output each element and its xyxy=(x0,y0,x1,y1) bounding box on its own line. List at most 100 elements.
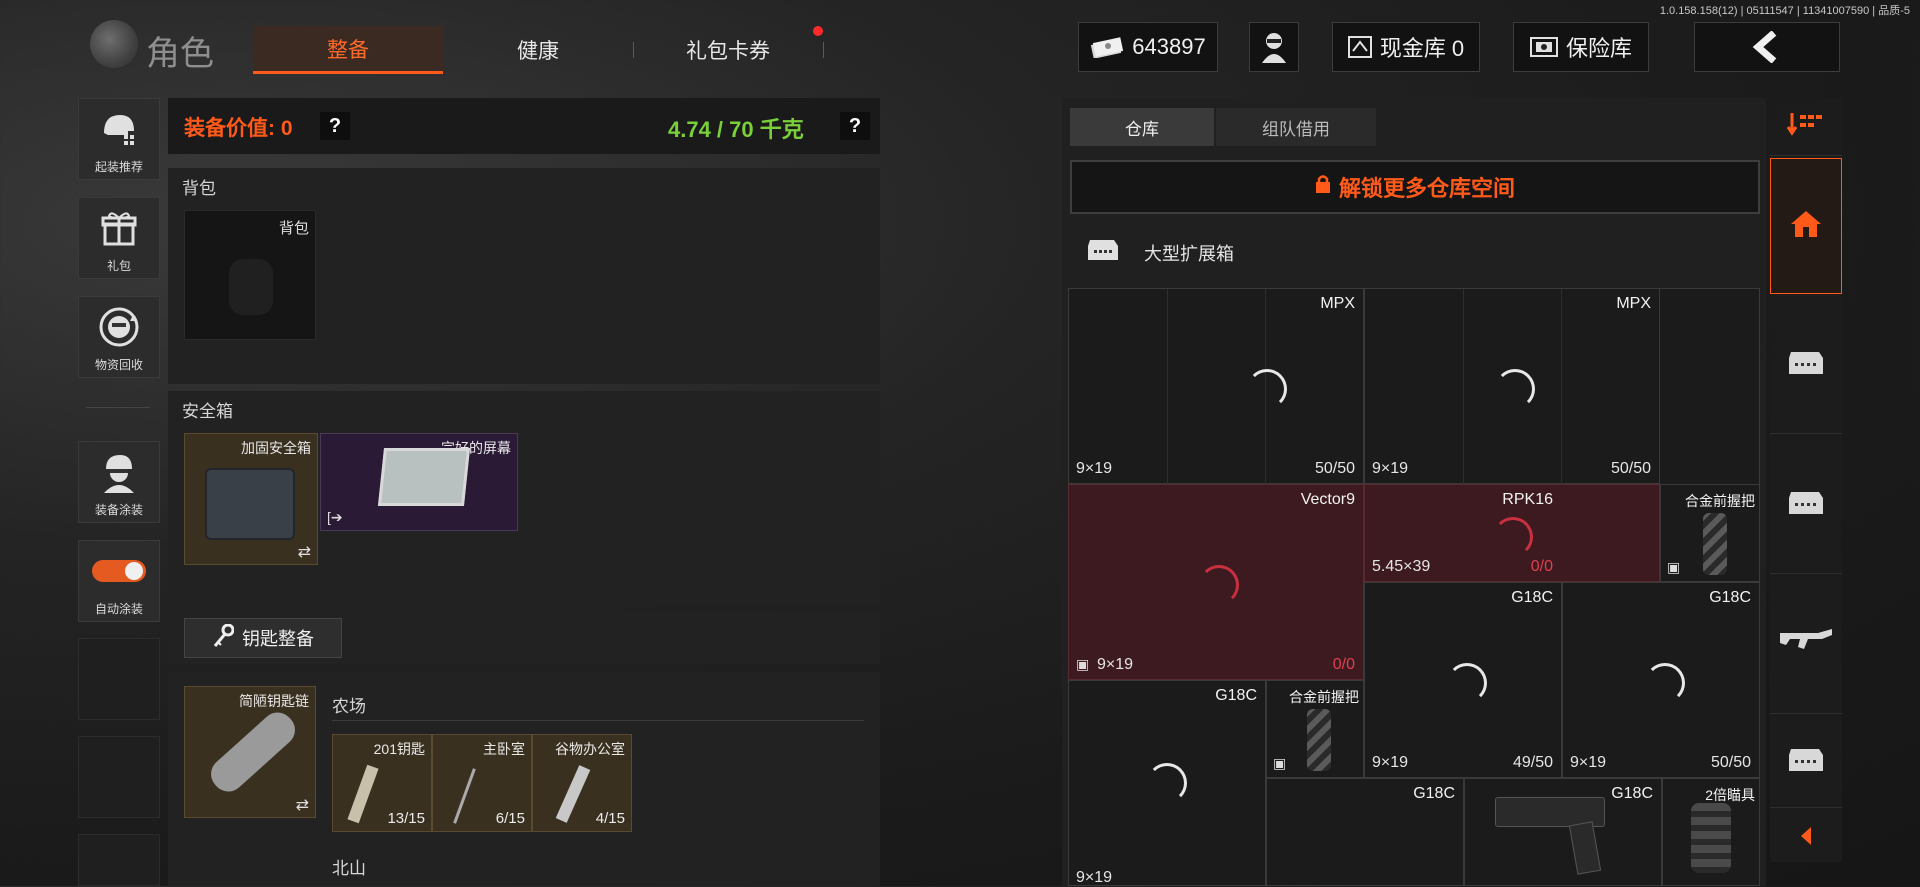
lock-icon xyxy=(1315,174,1331,200)
item-ammo: 0/0 xyxy=(1530,558,1553,575)
box-small-icon: ▣ xyxy=(1076,656,1090,672)
sidebar-item-gift[interactable]: 礼包 xyxy=(78,197,160,279)
storage-box-button[interactable] xyxy=(1770,436,1842,574)
sidebar-item-equipment-skin[interactable]: 装备涂装 xyxy=(78,441,160,523)
item-caliber: 9×19 xyxy=(1372,460,1409,477)
key-item-icon xyxy=(453,768,476,824)
item-name: MPX xyxy=(1616,295,1651,312)
item-ammo: 49/50 xyxy=(1512,754,1553,771)
equipment-value: 装备价值: 0 xyxy=(184,117,293,140)
item-name: 合金前握把 xyxy=(1289,689,1359,705)
safebox-slot[interactable]: 加固安全箱 ⇄ xyxy=(184,433,318,565)
item-name: G18C xyxy=(1413,785,1455,802)
toggle-icon[interactable] xyxy=(90,541,148,600)
key-item-name: 201钥匙 xyxy=(373,741,425,757)
tab-warehouse-label: 仓库 xyxy=(1125,119,1159,139)
version-text: 1.0.158.158(12) | 05111547 | 11341007590… xyxy=(1659,5,1910,17)
key-item-name: 谷物办公室 xyxy=(555,741,625,757)
loading-spinner-icon xyxy=(1645,663,1685,703)
tab-health[interactable]: 健康 xyxy=(443,26,633,74)
cash-vault-button[interactable]: 现金库 0 xyxy=(1332,22,1480,72)
loading-spinner-icon xyxy=(1199,565,1239,605)
agent-button[interactable] xyxy=(1249,22,1299,72)
grip-icon xyxy=(1307,709,1331,771)
key-item[interactable]: 谷物办公室 4/15 xyxy=(532,734,632,832)
key-item-count: 4/15 xyxy=(595,810,625,827)
grid-item-g18c[interactable]: G18C xyxy=(1266,778,1464,886)
item-name: G18C xyxy=(1709,589,1751,606)
sidebar-item-auto-skin[interactable]: 自动涂装 xyxy=(78,540,160,622)
item-name: Vector9 xyxy=(1300,491,1355,508)
tab-equip[interactable]: 整备 xyxy=(253,26,443,74)
key-item[interactable]: 201钥匙 13/15 xyxy=(332,734,432,832)
sort-button[interactable] xyxy=(1770,98,1842,156)
storage-box-button[interactable] xyxy=(1770,296,1842,434)
tab-gift-cards[interactable]: 礼包卡券 xyxy=(633,26,823,74)
cash-stack-icon xyxy=(1090,36,1124,58)
back-button[interactable] xyxy=(1694,22,1840,72)
sidebar-item-recycle[interactable]: 物资回收 xyxy=(78,296,160,378)
grid-item-alloy-grip[interactable]: 合金前握把 ▣ xyxy=(1266,680,1364,778)
safe-vault-button[interactable]: 保险库 xyxy=(1513,22,1649,72)
storage-box-button[interactable] xyxy=(1770,716,1842,808)
sidebar-label: 装备涂装 xyxy=(94,503,143,517)
unlock-storage-label: 解锁更多仓库空间 xyxy=(1338,176,1515,201)
swap-icon[interactable]: ⇄ xyxy=(296,795,309,815)
loading-spinner-icon xyxy=(1147,763,1187,803)
grid-item-g18c[interactable]: G18C 9×19 49/50 xyxy=(1364,582,1562,778)
item-caliber: 9×19 xyxy=(1076,869,1113,886)
rifle-icon xyxy=(1778,627,1834,662)
key-item-count: 6/15 xyxy=(495,810,525,827)
money-display[interactable]: 643897 xyxy=(1078,22,1218,72)
tab-team-borrow[interactable]: 组队借用 xyxy=(1216,108,1376,146)
grid-line xyxy=(1167,289,1168,485)
item-caliber: 9×19 xyxy=(1570,754,1607,771)
grid-item-mpx[interactable]: MPX 9×19 50/50 xyxy=(1364,288,1660,485)
sidebar-label: 起装推荐 xyxy=(94,160,143,174)
notification-dot xyxy=(813,26,823,36)
key-item[interactable]: 主卧室 6/15 xyxy=(432,734,532,832)
grid-item-vector9[interactable]: Vector9 ▣ 9×19 0/0 xyxy=(1068,484,1364,680)
sidebar-item-loadout-recommend[interactable]: 起装推荐 xyxy=(78,98,160,180)
backpack-section: 背包 背包 xyxy=(168,168,880,384)
swap-icon[interactable]: ⇄ xyxy=(298,542,311,562)
scope-icon xyxy=(1691,803,1731,873)
grid-item-scope[interactable]: 2倍瞄具 xyxy=(1662,778,1760,886)
key-item-icon xyxy=(555,765,591,823)
sort-icon xyxy=(1786,111,1826,142)
cash-vault-icon xyxy=(1347,36,1372,58)
loading-spinner-icon xyxy=(1495,369,1535,409)
collapse-rail-button[interactable] xyxy=(1770,810,1842,866)
safe-vault-label: 保险库 xyxy=(1565,36,1632,61)
grid-item-alloy-grip[interactable]: 合金前握把 ▣ xyxy=(1660,484,1760,582)
grid-item-rpk16[interactable]: RPK16 5.45×39 0/0 xyxy=(1364,484,1660,582)
unlock-storage-button[interactable]: 解锁更多仓库空间 xyxy=(1070,160,1760,214)
tab-gift-cards-label: 礼包卡券 xyxy=(686,40,770,63)
soldier-icon xyxy=(98,442,140,501)
grid-item-g18c[interactable]: G18C xyxy=(1464,778,1662,886)
storage-box-icon xyxy=(1086,236,1126,266)
tab-divider xyxy=(823,42,824,58)
grid-item-g18c[interactable]: G18C 9×19 xyxy=(1068,680,1266,886)
gift-icon xyxy=(99,198,139,257)
safebox-item-screen[interactable]: 完好的屏幕 [➔ xyxy=(320,433,518,531)
value-help-button[interactable]: ? xyxy=(320,112,350,140)
move-out-icon[interactable]: [➔ xyxy=(327,509,343,526)
grid-item-g18c[interactable]: G18C 9×19 50/50 xyxy=(1562,582,1760,778)
home-button[interactable] xyxy=(1770,158,1842,294)
weight-help-button[interactable]: ? xyxy=(840,112,870,140)
storage-box-icon xyxy=(1787,348,1825,381)
key-item-icon xyxy=(347,764,379,824)
tab-warehouse[interactable]: 仓库 xyxy=(1070,108,1214,146)
weapon-filter-button[interactable] xyxy=(1770,576,1842,714)
grid-item-mpx[interactable]: MPX 9×19 50/50 xyxy=(1068,288,1364,485)
safebox-name: 加固安全箱 xyxy=(241,440,311,456)
tab-equip-label: 整备 xyxy=(327,38,369,62)
item-ammo: 50/50 xyxy=(1314,460,1355,477)
backpack-slot[interactable]: 背包 xyxy=(184,210,316,340)
keychain-slot[interactable]: 简陋钥匙链 ⇄ xyxy=(184,686,316,818)
loading-spinner-icon xyxy=(1247,369,1287,409)
box-small-icon: ▣ xyxy=(1667,559,1681,575)
key-loadout-button[interactable]: 钥匙整备 xyxy=(184,618,342,658)
loading-spinner-icon xyxy=(1447,663,1487,703)
